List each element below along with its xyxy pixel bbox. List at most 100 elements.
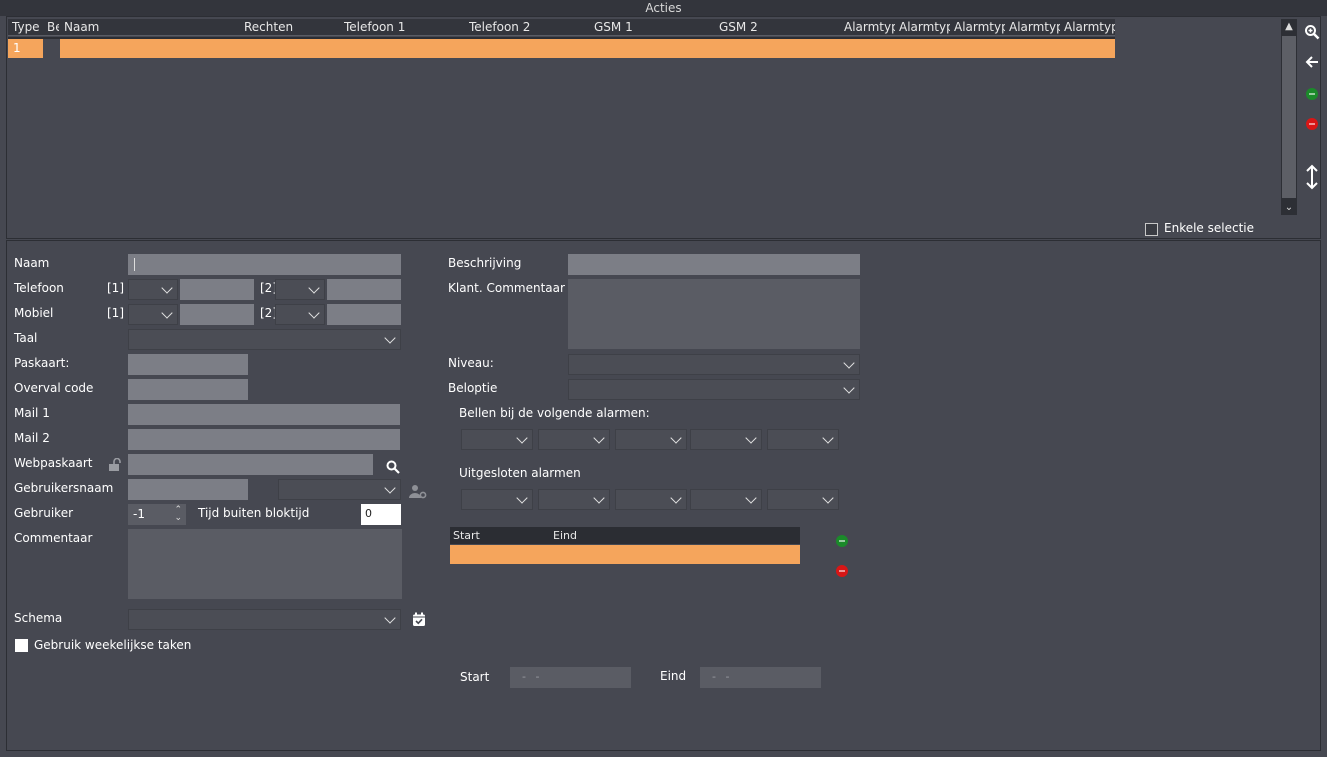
commentaar-textarea[interactable]	[128, 529, 402, 599]
uitgesloten-alarm-select-2[interactable]	[538, 489, 610, 510]
unlock-icon[interactable]	[108, 457, 122, 472]
naam-label: Naam	[14, 256, 50, 270]
tijd-buiten-bloktijd-field[interactable]: 0	[361, 504, 401, 525]
remove-period-icon[interactable]	[836, 565, 848, 577]
overval-code-field[interactable]	[128, 379, 248, 400]
naam-field[interactable]	[128, 254, 401, 275]
col-header-alarmtype-1[interactable]: Alarmtyp	[844, 20, 895, 34]
grid-vertical-scrollbar[interactable]: ▲ ⌄	[1281, 19, 1297, 215]
mail1-field[interactable]	[128, 404, 400, 425]
start-label: Start	[460, 670, 490, 684]
bellen-alarm-select-2[interactable]	[538, 429, 610, 450]
uitgesloten-alarm-select-4[interactable]	[690, 489, 762, 510]
taal-select[interactable]	[128, 329, 401, 350]
mail1-label: Mail 1	[14, 406, 50, 420]
bellen-alarm-select-1[interactable]	[461, 429, 533, 450]
bellen-alarm-select-4[interactable]	[690, 429, 762, 450]
klant-commentaar-label: Klant. Commentaar	[448, 281, 565, 295]
zoom-in-icon[interactable]	[1302, 24, 1322, 44]
col-header-rechten[interactable]: Rechten	[244, 20, 334, 34]
table-row[interactable]	[60, 39, 1115, 58]
uitgesloten-alarm-select-5[interactable]	[767, 489, 839, 510]
eind-date-field[interactable]: - -	[700, 667, 821, 688]
add-period-icon[interactable]	[836, 535, 848, 547]
period-col-start[interactable]: Start	[453, 529, 480, 542]
telefoon2-field[interactable]	[327, 279, 401, 300]
mobiel1-country-select[interactable]	[128, 304, 178, 325]
schema-label: Schema	[14, 611, 63, 625]
beloptie-select[interactable]	[568, 379, 860, 400]
mobiel-idx1: [1]	[107, 306, 124, 320]
period-grid-body	[450, 564, 800, 657]
col-header-alarmtype-4[interactable]: Alarmtyp	[1009, 20, 1060, 34]
col-header-telefoon2[interactable]: Telefoon 2	[469, 20, 579, 34]
webpaskaart-label: Webpaskaart	[14, 456, 93, 470]
weekly-tasks-checkbox[interactable]	[15, 639, 28, 652]
uitgesloten-alarmen-label: Uitgesloten alarmen	[459, 466, 581, 480]
mobiel2-field[interactable]	[327, 304, 401, 325]
table-row-type-cell[interactable]: 1	[8, 39, 43, 58]
gebruiker-value: -1	[133, 507, 145, 521]
bellen-alarm-select-5[interactable]	[767, 429, 839, 450]
col-header-naam[interactable]: Naam	[64, 20, 234, 34]
col-header-alarmtype-3[interactable]: Alarmtyp	[954, 20, 1005, 34]
start-date-value: - -	[522, 670, 543, 683]
start-date-field[interactable]: - -	[510, 667, 631, 688]
mobiel-label: Mobiel	[14, 306, 54, 320]
paskaart-label: Paskaart:	[14, 356, 70, 370]
single-selection-checkbox[interactable]	[1145, 223, 1158, 236]
uitgesloten-alarm-select-1[interactable]	[461, 489, 533, 510]
mail2-field[interactable]	[128, 429, 400, 450]
col-header-gsm2[interactable]: GSM 2	[719, 20, 829, 34]
schema-select[interactable]	[128, 609, 401, 630]
telefoon1-field[interactable]	[180, 279, 254, 300]
scroll-up-icon[interactable]: ▲	[1281, 19, 1297, 34]
period-row[interactable]	[450, 545, 800, 564]
commentaar-label: Commentaar	[14, 531, 93, 545]
eind-date-value: - -	[712, 670, 733, 683]
gebruikersnaam-select[interactable]	[278, 479, 401, 500]
spin-arrows-icon[interactable]: ⌃ ⌄	[174, 506, 182, 523]
gebruiker-spinbox[interactable]: -1 ⌃ ⌄	[128, 504, 186, 525]
bellen-alarm-select-3[interactable]	[615, 429, 687, 450]
klant-commentaar-textarea[interactable]	[568, 279, 860, 349]
mail2-label: Mail 2	[14, 431, 50, 445]
scroll-down-icon[interactable]: ⌄	[1281, 200, 1297, 215]
remove-icon[interactable]	[1306, 118, 1318, 130]
bellen-alarmen-label: Bellen bij de volgende alarmen:	[459, 406, 650, 420]
telefoon1-country-select[interactable]	[128, 279, 178, 300]
gebruiker-label: Gebruiker	[14, 506, 74, 520]
search-icon[interactable]	[386, 460, 400, 474]
vertical-resize-icon[interactable]	[1302, 164, 1322, 190]
add-icon[interactable]	[1306, 88, 1318, 100]
col-header-gsm1[interactable]: GSM 1	[594, 20, 704, 34]
niveau-select[interactable]	[568, 354, 860, 375]
period-col-eind[interactable]: Eind	[553, 529, 577, 542]
col-header-type[interactable]: Type	[12, 20, 46, 34]
col-header-alarmtype-5[interactable]: Alarmtyp	[1064, 20, 1115, 34]
text-cursor	[134, 258, 135, 271]
niveau-label: Niveau:	[448, 356, 494, 370]
tijd-buiten-value: 0	[365, 507, 372, 520]
telefoon-idx1: [1]	[107, 281, 124, 295]
col-header-be[interactable]: Be	[47, 20, 59, 34]
telefoon2-country-select[interactable]	[275, 279, 325, 300]
grid-header: Type Be Naam Rechten Telefoon 1 Telefoon…	[8, 19, 1115, 36]
weekly-tasks-label: Gebruik weekelijkse taken	[34, 638, 192, 652]
mobiel2-country-select[interactable]	[275, 304, 325, 325]
uitgesloten-alarm-select-3[interactable]	[615, 489, 687, 510]
overval-code-label: Overval code	[14, 381, 94, 395]
arrow-left-icon[interactable]	[1302, 54, 1322, 74]
gebruikersnaam-field[interactable]	[128, 479, 248, 500]
tijd-buiten-bloktijd-label: Tijd buiten bloktijd	[198, 506, 310, 520]
paskaart-field[interactable]	[128, 354, 248, 375]
col-header-alarmtype-2[interactable]: Alarmtyp	[899, 20, 950, 34]
webpaskaart-field[interactable]	[128, 454, 373, 475]
beschrijving-field[interactable]	[568, 254, 860, 275]
period-grid-header: Start Eind	[450, 527, 800, 544]
scrollbar-thumb[interactable]	[1282, 36, 1296, 198]
calendar-check-icon[interactable]	[412, 612, 426, 627]
col-header-telefoon1[interactable]: Telefoon 1	[344, 20, 454, 34]
user-settings-icon[interactable]	[409, 484, 427, 499]
mobiel1-field[interactable]	[180, 304, 254, 325]
